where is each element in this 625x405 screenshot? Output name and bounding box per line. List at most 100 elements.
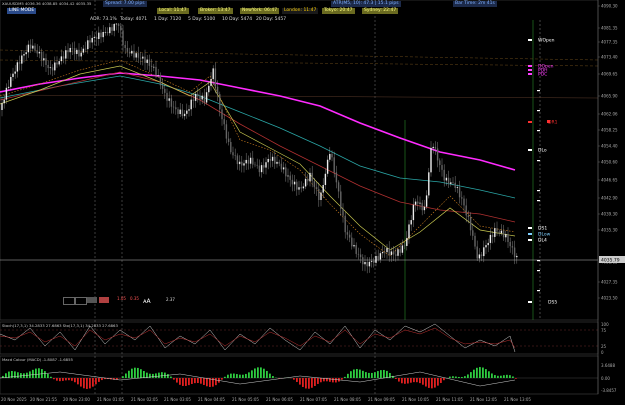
macd-bar bbox=[386, 370, 388, 378]
macd-bar bbox=[362, 370, 364, 378]
x-tick-label: 21 Nov 03:05 bbox=[164, 397, 191, 402]
price-axis[interactable]: 4090.30 4081.35 4077.35 4073.40 4069.65 4065.… bbox=[598, 4, 618, 301]
x-tick-label: 21 Nov 13:05 bbox=[504, 397, 531, 402]
candle-body bbox=[1, 103, 3, 110]
macd-bar bbox=[332, 378, 334, 383]
macd-bar bbox=[299, 378, 301, 385]
y-tick-label: 4058.25 bbox=[601, 128, 618, 133]
candle-body bbox=[71, 48, 74, 49]
symbol-line: XAUUSDM5 4036.36 4038.85 4034.42 4035.35 bbox=[2, 1, 92, 6]
level-tick bbox=[537, 110, 540, 112]
candle-body bbox=[346, 232, 349, 235]
time-axis[interactable]: 20 Nov 2025 20 Nov 21:55 20 Nov 23:00 21 No… bbox=[1, 397, 531, 402]
macd-bar bbox=[95, 378, 97, 385]
candle-body bbox=[227, 138, 230, 142]
candle-body bbox=[230, 141, 232, 153]
rate-box[interactable] bbox=[75, 297, 87, 305]
level-marker bbox=[528, 239, 532, 241]
rate-box[interactable] bbox=[87, 297, 97, 303]
macd-bar bbox=[77, 378, 79, 385]
tokyo-time-box: Tokyo: 20:47 bbox=[322, 8, 355, 14]
candle-body bbox=[89, 40, 91, 43]
level-tick bbox=[537, 200, 540, 202]
candle-body bbox=[379, 253, 382, 260]
candle-body bbox=[131, 50, 133, 54]
macd-bar bbox=[353, 369, 355, 378]
candle-body bbox=[353, 245, 355, 247]
candle-body bbox=[168, 98, 170, 101]
price-panel[interactable] bbox=[0, 0, 599, 321]
macd-bar bbox=[509, 375, 511, 378]
candle-body bbox=[3, 99, 5, 104]
candle-body bbox=[106, 31, 109, 34]
macd-bar bbox=[428, 378, 430, 388]
candle-body bbox=[115, 23, 118, 25]
candle-body bbox=[318, 188, 320, 200]
macd-bar bbox=[314, 378, 316, 386]
candle-body bbox=[232, 152, 234, 156]
macd-bar bbox=[404, 378, 406, 384]
candle-body bbox=[417, 201, 419, 204]
macd-bar bbox=[473, 369, 475, 378]
candle-body bbox=[263, 165, 265, 168]
candle-body bbox=[496, 228, 498, 232]
aa-font-icon[interactable]: ᴀA bbox=[143, 298, 151, 305]
level-marker bbox=[528, 69, 532, 71]
macd-bar bbox=[197, 378, 199, 384]
candle-body bbox=[348, 234, 351, 238]
mode-label[interactable]: LINE MODE bbox=[7, 8, 37, 14]
chart-canvas[interactable]: WOpenDOpenPDHPDCDR1DLoDS1DLowDL4DS5 4090… bbox=[0, 0, 625, 405]
macd-bar bbox=[80, 378, 82, 387]
candle-body bbox=[221, 109, 223, 120]
candle-body bbox=[219, 94, 221, 110]
rate-box[interactable] bbox=[99, 297, 109, 303]
macd-bar bbox=[53, 378, 55, 380]
candle-body bbox=[454, 182, 456, 188]
candle-body bbox=[111, 27, 113, 31]
candle-body bbox=[397, 249, 399, 256]
candle-body bbox=[276, 161, 278, 164]
macd-bar bbox=[122, 376, 124, 378]
macd-bar bbox=[302, 378, 304, 387]
macd-bar bbox=[350, 371, 352, 378]
candle-body bbox=[351, 237, 353, 247]
candle-body bbox=[461, 197, 463, 199]
macd-bar bbox=[479, 367, 481, 378]
candle-body bbox=[133, 50, 135, 58]
macd-bar bbox=[50, 376, 52, 378]
level-label: PDC bbox=[538, 72, 547, 78]
macd-bar bbox=[98, 378, 100, 382]
candle-body bbox=[104, 31, 107, 33]
macd-bar bbox=[470, 372, 472, 378]
macd-bar bbox=[365, 372, 367, 378]
candle-body bbox=[274, 156, 276, 164]
candle-body bbox=[511, 246, 514, 248]
candle-body bbox=[208, 85, 210, 93]
candle-body bbox=[27, 44, 30, 53]
candle-body bbox=[76, 49, 78, 54]
level-label: DLo bbox=[538, 148, 547, 154]
stoch-axis: 100 75 25 0 bbox=[601, 322, 609, 355]
macd-bar bbox=[494, 375, 496, 378]
macd-bar bbox=[233, 373, 235, 378]
candle-body bbox=[282, 167, 285, 170]
candle-body bbox=[49, 67, 52, 69]
candle-body bbox=[65, 50, 67, 59]
candle-body bbox=[214, 68, 217, 87]
candle-body bbox=[386, 248, 388, 253]
atr-box: ATR(M5, 10): 47.3 | 15.1 pips bbox=[331, 1, 401, 7]
candle-body bbox=[16, 62, 19, 72]
macd-bar bbox=[71, 378, 73, 381]
candle-body bbox=[199, 96, 201, 100]
candle-body bbox=[58, 61, 60, 65]
candle-body bbox=[10, 76, 12, 87]
candle-body bbox=[300, 187, 302, 189]
level-label: DS1 bbox=[538, 226, 547, 232]
candle-body bbox=[485, 245, 487, 248]
candle-body bbox=[186, 110, 188, 114]
y-tick-label: 4054.40 bbox=[601, 144, 618, 149]
macd-axis: 3.6488 0.00 -3.8457 bbox=[601, 363, 617, 393]
candle-body bbox=[342, 208, 344, 216]
rate-box[interactable] bbox=[63, 297, 75, 305]
candle-body bbox=[443, 169, 445, 181]
